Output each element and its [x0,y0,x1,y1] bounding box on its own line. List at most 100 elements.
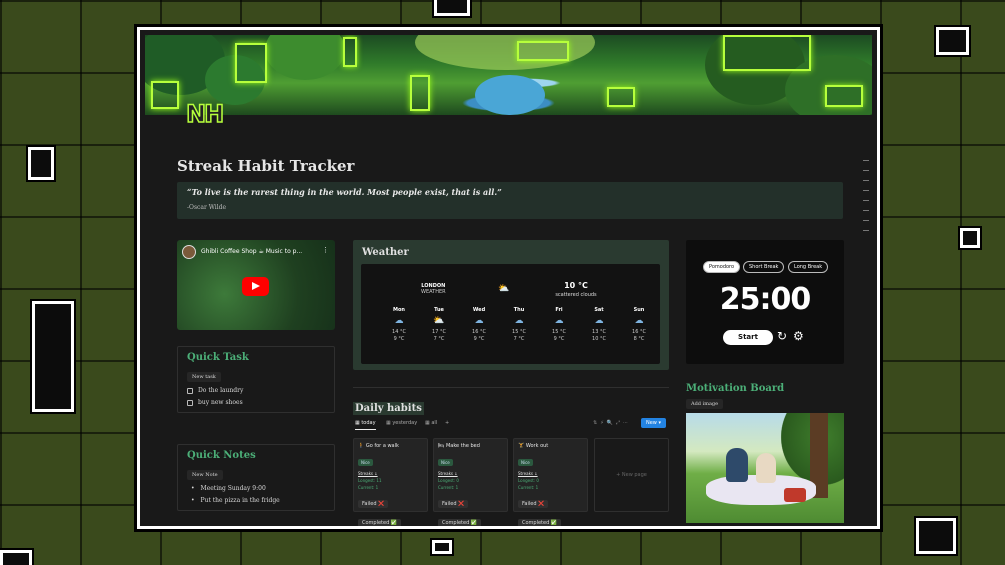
weather-widget: Weather LONDON WEATHER ⛅ 10 °C scattered… [353,240,669,370]
habit-card[interactable]: 🏋 Work out Nice Streaks ↓ Longest: 0 Cur… [513,438,588,526]
quote-callout: “To live is the rarest thing in the worl… [177,182,843,219]
decor-square [934,25,971,57]
motivation-image[interactable] [686,413,844,523]
channel-avatar[interactable] [182,245,196,259]
daily-habits-title: Daily habits [353,402,424,415]
rain-icon: ☁ [554,316,564,326]
failed-button[interactable]: Failed ❌ [358,500,389,508]
pomodoro-timer: Pomodoro Short Break Long Break 25:00 St… [686,240,844,364]
todo-item[interactable]: buy new shoes [187,399,325,406]
new-page-button[interactable]: + New page [594,438,669,512]
pomodoro-mode-button[interactable]: Pomodoro [703,261,741,273]
page-logo[interactable]: NH [185,99,225,129]
completed-button[interactable]: Completed ✅ [518,519,562,526]
neon-frame [607,87,635,107]
decor-square [30,299,76,414]
habit-tag: Nice [438,459,453,466]
current-streak: Current: 1 [438,485,459,490]
page-title: Streak Habit Tracker [177,157,355,175]
tab-all[interactable]: ▦ all [425,420,437,426]
outline-scroll-indicator[interactable] [863,160,869,240]
forecast-day: Mon ☁ 14 °C 9 °C [384,307,414,343]
todo-label: Do the laundry [198,387,244,394]
forecast-row: Mon ☁ 14 °C 9 °C Tue ⛅ 17 °C 7 °C Wed ☁ 16 °C 9 °… [384,307,654,343]
completed-button[interactable]: Completed ✅ [438,519,482,526]
decor-square [0,548,34,565]
habit-card[interactable]: 🛏 Make the bed Nice Streaks ↓ Longest: 0… [433,438,508,526]
timer-display: 25:00 [719,282,812,317]
weather-title: Weather [362,247,409,258]
longest-streak: Longest: 0 [438,478,459,483]
add-image-button[interactable]: Add image [686,399,724,409]
habit-name: 🛏 Make the bed [438,443,480,449]
rain-icon: ☁ [514,316,524,326]
neon-frame [517,41,569,61]
decor-square [430,538,454,556]
new-habit-button[interactable]: New ▾ [640,418,666,428]
decor-square [26,145,56,182]
current-temp: 10 °C [564,281,588,290]
forecast-day: Sat ☁ 13 °C 10 °C [584,307,614,343]
partly-cloudy-icon: ⛅ [498,284,510,294]
note-item[interactable]: Put the pizza in the fridge [187,497,325,504]
decor-square [432,0,472,18]
habit-tag: Nice [518,459,533,466]
tab-yesterday[interactable]: ▦ yesterday [386,420,417,426]
note-item[interactable]: Meeting Sunday 9:00 [187,485,325,492]
rain-icon: ☁ [474,316,484,326]
decor-square [914,516,958,556]
current-desc: scattered clouds [555,292,597,298]
longest-streak: Longest: 0 [518,478,539,483]
longest-streak: Longest: 11 [358,478,382,483]
streaks-label: Streaks ↓ [438,471,458,476]
rain-icon: ☁ [394,316,404,326]
quick-notes-title: Quick Notes [187,450,256,461]
decor-square [958,226,982,250]
new-note-button[interactable]: New Note [187,470,223,480]
jungle-banner [145,35,872,115]
add-view-icon[interactable]: + [445,420,449,426]
neon-frame [410,75,430,111]
divider [353,387,669,388]
habit-card[interactable]: 🚶 Go for a walk Nice Streaks ↓ Longest: … [353,438,428,526]
failed-button[interactable]: Failed ❌ [518,500,549,508]
play-icon[interactable] [242,277,269,296]
tab-today[interactable]: ▦ today [355,420,376,430]
checkbox[interactable] [187,399,193,406]
completed-button[interactable]: Completed ✅ [358,519,402,526]
weather-city: LONDON WEATHER [421,283,446,295]
database-view-bar: ▦ today ▦ yesterday ▦ all + ⇅⚡🔍⤢⋯ New ▾ [353,418,669,433]
gear-icon[interactable]: ⚙ [793,329,804,343]
current-streak: Current: 1 [358,485,379,490]
todo-label: buy new shoes [198,399,243,406]
quick-task-card: Quick Task New task Do the laundry buy n… [177,346,335,413]
quote-text: “To live is the rarest thing in the worl… [187,187,502,197]
failed-button[interactable]: Failed ❌ [438,500,469,508]
short-break-button[interactable]: Short Break [743,261,785,273]
forecast-day: Thu ☁ 15 °C 7 °C [504,307,534,343]
motivation-board-title: Motivation Board [686,383,785,394]
new-task-button[interactable]: New task [187,372,221,382]
habit-name: 🏋 Work out [518,443,549,449]
neon-frame [151,81,179,109]
neon-frame [235,43,267,83]
forecast-day: Fri ☁ 15 °C 9 °C [544,307,574,343]
forecast-day: Tue ⛅ 17 °C 7 °C [424,307,454,343]
neon-frame [343,37,357,67]
checkbox[interactable] [187,387,193,394]
habit-name: 🚶 Go for a walk [358,443,399,449]
long-break-button[interactable]: Long Break [788,261,829,273]
streaks-label: Streaks ↓ [358,471,378,476]
video-title[interactable]: Ghibli Coffee Shop ☕ Music to p... [201,248,302,255]
start-button[interactable]: Start [723,330,773,345]
current-streak: Current: 1 [518,485,539,490]
view-tools[interactable]: ⇅⚡🔍⤢⋯ [593,420,631,426]
more-vertical-icon[interactable]: ⋮ [322,246,329,254]
rain-icon: ☁ [594,316,604,326]
youtube-embed[interactable]: Ghibli Coffee Shop ☕ Music to p... ⋮ [177,240,335,330]
reset-icon[interactable]: ↻ [777,329,787,343]
streaks-label: Streaks ↓ [518,471,538,476]
todo-item[interactable]: Do the laundry [187,387,325,394]
quote-author: -Oscar Wilde [187,204,227,211]
sun-rain-icon: ⛅ [433,316,445,326]
